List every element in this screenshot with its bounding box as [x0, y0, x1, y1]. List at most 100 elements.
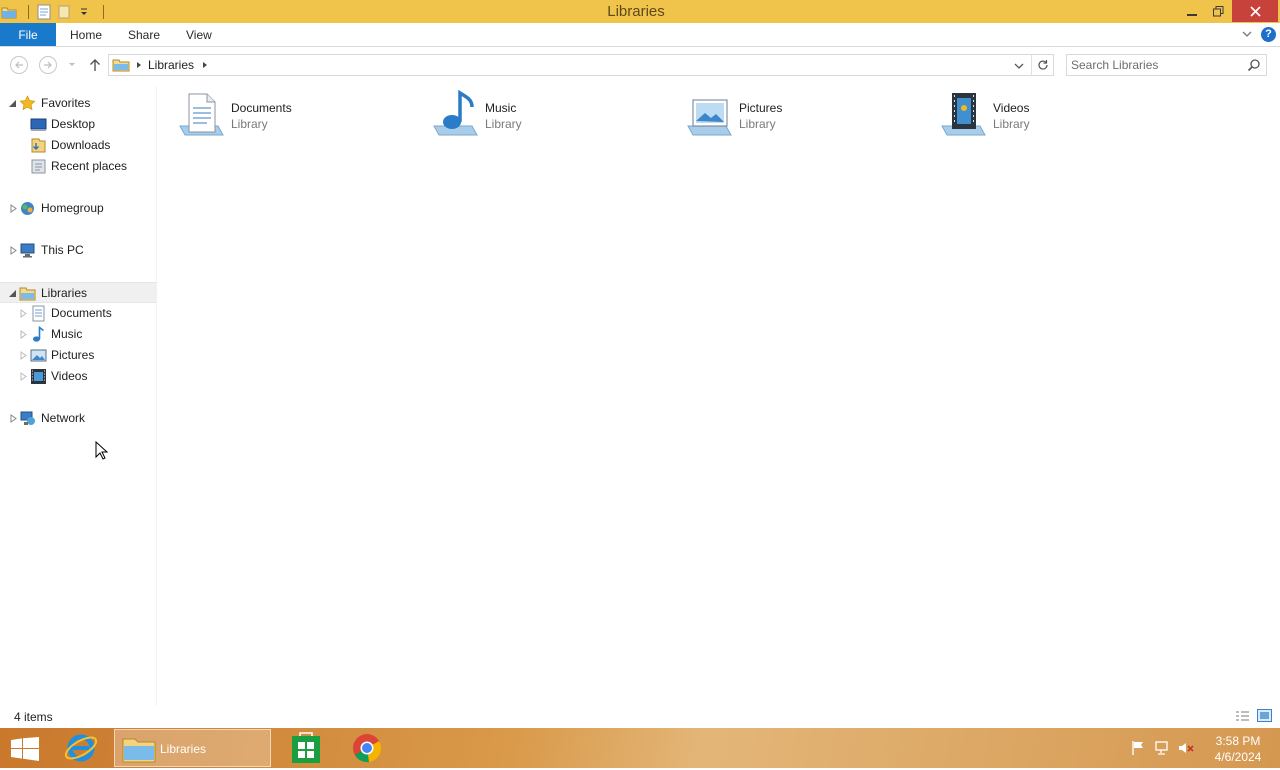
- refresh-button[interactable]: [1031, 55, 1053, 75]
- chevron-right-icon[interactable]: [201, 59, 209, 71]
- expand-arrow-icon[interactable]: [10, 246, 18, 255]
- address-bar[interactable]: Libraries: [108, 54, 1054, 76]
- videos-icon: [31, 369, 46, 384]
- minimize-button[interactable]: [1178, 0, 1206, 22]
- item-count: 4 items: [14, 710, 53, 724]
- arrow-left-icon: [15, 61, 23, 69]
- computer-icon: [20, 243, 35, 258]
- tab-view[interactable]: View: [186, 23, 212, 46]
- tile-name: Music: [485, 101, 517, 115]
- window-title: Libraries: [607, 3, 665, 20]
- documents-icon: [32, 305, 45, 322]
- pictures-library-icon: [687, 99, 732, 136]
- expand-arrow-icon[interactable]: [20, 351, 28, 360]
- restore-button[interactable]: [1204, 0, 1232, 22]
- taskbar: Libraries 3:58 PM 4/6/2024: [0, 728, 1280, 768]
- documents-library-icon: [179, 93, 224, 136]
- recent-locations-chevron-icon[interactable]: [66, 58, 78, 70]
- star-icon: [19, 95, 36, 111]
- breadcrumb[interactable]: Libraries: [148, 58, 194, 72]
- navigation-pane: Favorites Desktop Downloads Recent place…: [0, 86, 157, 706]
- chrome-icon: [353, 734, 382, 763]
- library-tile-pictures[interactable]: Pictures Library: [685, 90, 925, 142]
- nav-item-pictures[interactable]: Pictures: [0, 345, 157, 366]
- library-tile-documents[interactable]: Documents Library: [177, 90, 417, 142]
- windows-start-icon[interactable]: [10, 737, 40, 761]
- downloads-icon: [31, 138, 46, 153]
- recent-places-icon: [31, 159, 46, 174]
- nav-item-favorites[interactable]: Favorites: [0, 93, 157, 114]
- nav-label: Favorites: [41, 96, 91, 110]
- search-icon[interactable]: [1247, 58, 1261, 72]
- arrow-right-icon: [44, 61, 52, 69]
- nav-label: Music: [51, 327, 83, 341]
- clock-time: 3:58 PM: [1215, 734, 1261, 748]
- title-bar: Libraries: [0, 0, 1280, 23]
- up-arrow-icon[interactable]: [86, 56, 104, 74]
- clock[interactable]: 3:58 PM 4/6/2024: [1205, 733, 1271, 765]
- library-tile-videos[interactable]: Videos Library: [939, 90, 1179, 142]
- internet-explorer-button[interactable]: [62, 729, 100, 767]
- library-tile-music[interactable]: Music Library: [431, 90, 671, 142]
- refresh-icon: [1037, 60, 1048, 70]
- close-button[interactable]: [1232, 0, 1278, 22]
- speaker-muted-icon[interactable]: [1178, 740, 1194, 756]
- tile-name: Documents: [231, 101, 292, 115]
- nav-item-music[interactable]: Music: [0, 324, 157, 345]
- nav-item-network[interactable]: Network: [0, 408, 157, 429]
- file-explorer-icon: [122, 738, 156, 763]
- store-button[interactable]: [286, 729, 326, 767]
- collapse-arrow-icon[interactable]: [9, 99, 17, 108]
- nav-item-downloads[interactable]: Downloads: [0, 135, 157, 156]
- homegroup-icon: [21, 202, 34, 215]
- search-box[interactable]: [1066, 54, 1267, 76]
- nav-item-this-pc[interactable]: This PC: [0, 240, 157, 261]
- nav-label: Desktop: [51, 117, 96, 131]
- nav-label: This PC: [41, 243, 84, 257]
- tab-share[interactable]: Share: [128, 23, 160, 46]
- large-icons-view-button[interactable]: [1257, 709, 1272, 722]
- nav-item-libraries[interactable]: Libraries: [0, 282, 157, 303]
- chevron-right-icon[interactable]: [135, 59, 143, 71]
- nav-item-recent-places[interactable]: Recent places: [0, 156, 157, 177]
- minimize-icon: [1187, 14, 1197, 16]
- close-icon: [1249, 5, 1261, 17]
- help-icon[interactable]: ?: [1261, 27, 1276, 42]
- details-view-icon[interactable]: [1235, 710, 1250, 722]
- tile-name: Videos: [993, 101, 1030, 115]
- nav-item-desktop[interactable]: Desktop: [0, 114, 157, 135]
- collapse-arrow-icon[interactable]: [9, 289, 17, 298]
- tile-name: Pictures: [739, 101, 783, 115]
- network-icon: [20, 411, 35, 425]
- file-explorer-taskbar-button[interactable]: Libraries: [114, 729, 271, 767]
- network-status-icon[interactable]: [1154, 740, 1170, 756]
- action-center-flag-icon[interactable]: [1130, 740, 1146, 756]
- restore-icon: [1212, 5, 1223, 16]
- videos-library-icon: [941, 93, 986, 136]
- expand-arrow-icon[interactable]: [20, 330, 28, 339]
- search-input[interactable]: [1071, 57, 1241, 73]
- expand-arrow-icon[interactable]: [20, 372, 28, 381]
- expand-arrow-icon[interactable]: [20, 309, 28, 318]
- tab-file[interactable]: File: [0, 23, 56, 46]
- nav-label: Pictures: [51, 348, 95, 362]
- forward-button[interactable]: [39, 56, 57, 74]
- desktop-icon: [30, 118, 47, 131]
- tile-type: Library: [739, 117, 776, 131]
- internet-explorer-icon: [64, 734, 98, 762]
- chevron-down-icon[interactable]: [1012, 59, 1026, 73]
- nav-item-homegroup[interactable]: Homegroup: [0, 198, 157, 219]
- expand-ribbon-icon[interactable]: [1240, 27, 1254, 41]
- back-button[interactable]: [10, 56, 28, 74]
- chrome-button[interactable]: [348, 729, 386, 767]
- tile-type: Library: [231, 117, 268, 131]
- nav-item-documents[interactable]: Documents: [0, 303, 157, 324]
- nav-item-videos[interactable]: Videos: [0, 366, 157, 387]
- large-icons-view-icon: [1260, 712, 1269, 719]
- libraries-icon: [19, 287, 36, 301]
- libraries-icon: [112, 59, 130, 72]
- tab-home[interactable]: Home: [70, 23, 102, 46]
- expand-arrow-icon[interactable]: [10, 414, 18, 423]
- nav-label: Recent places: [51, 159, 128, 173]
- expand-arrow-icon[interactable]: [10, 204, 18, 213]
